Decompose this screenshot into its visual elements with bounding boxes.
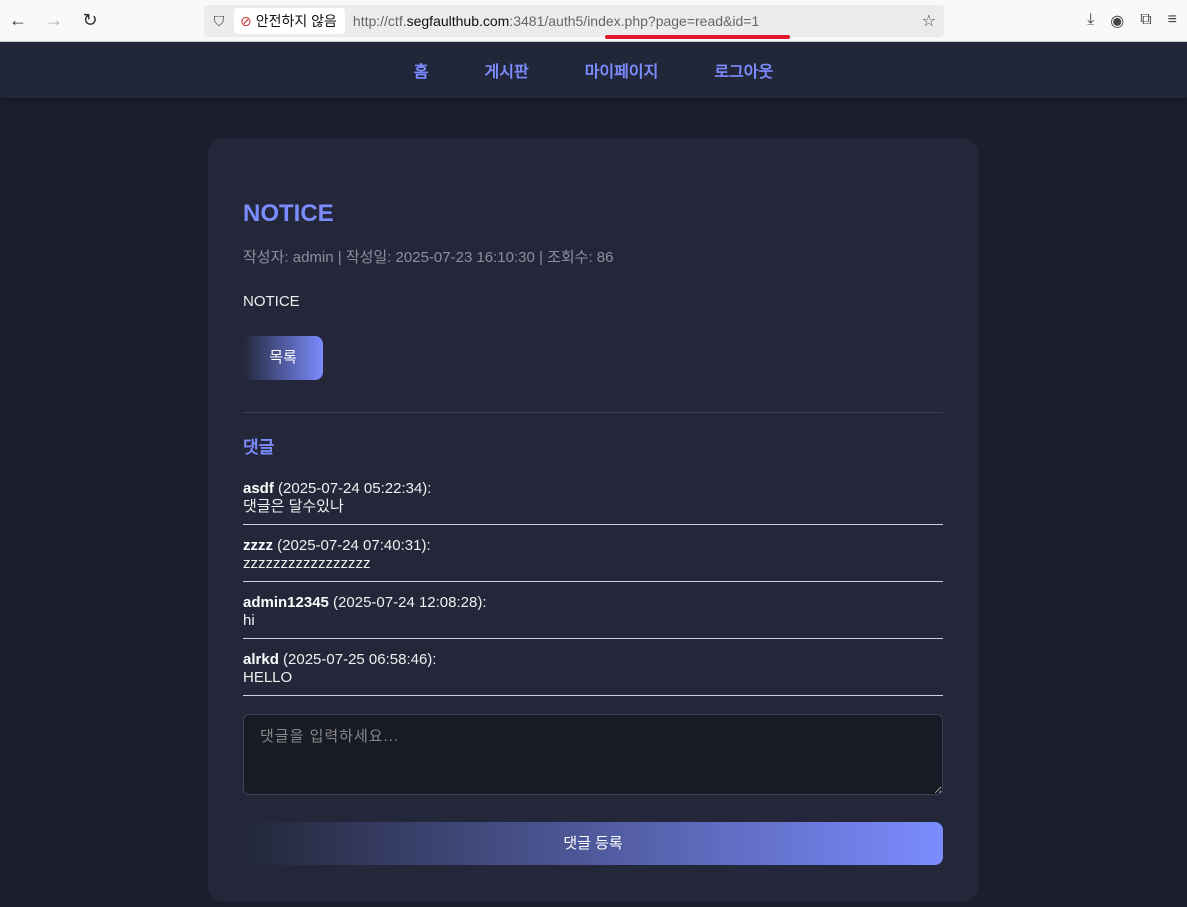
red-underline-annotation	[605, 35, 790, 39]
comment-text: HELLO	[243, 669, 293, 686]
post-meta: 작성자: admin | 작성일: 2025-07-23 16:10:30 | …	[243, 249, 614, 266]
comment-time: (2025-07-24 05:22:34):	[273, 480, 432, 497]
nav-home[interactable]: 홈	[414, 58, 429, 82]
address-bar[interactable]: ⛉ ⊘ 안전하지 않음 http://ctf.segfaulthub.com:34…	[204, 5, 944, 37]
url-prefix: http://ctf.	[352, 13, 407, 29]
comment-author: zzzz	[243, 537, 273, 554]
download-icon[interactable]: ⤓	[1087, 11, 1094, 31]
url-rest: :3481/auth5/index.php?page=read&id=1	[509, 13, 760, 29]
post-card: NOTICE 작성자: admin | 작성일: 2025-07-23 16:1…	[208, 138, 978, 902]
post-content: NOTICE	[243, 293, 300, 310]
comment-time: (2025-07-24 12:08:28):	[328, 594, 487, 611]
nav-board[interactable]: 게시판	[485, 58, 529, 82]
comment-text: hi	[243, 612, 255, 629]
comment-item: admin12345 (2025-07-24 12:08:28): hi	[243, 588, 943, 639]
comment-item: alrkd (2025-07-25 06:58:46): HELLO	[243, 645, 943, 696]
bookmark-star-icon[interactable]: ☆	[922, 11, 936, 31]
comment-time: (2025-07-24 07:40:31):	[273, 537, 431, 554]
nav-logout[interactable]: 로그아웃	[714, 58, 773, 82]
account-icon[interactable]: ◉	[1110, 11, 1124, 31]
browser-toolbar: ← → ↻ ⛉ ⊘ 안전하지 않음 http://ctf.segfaulthub.…	[0, 0, 1187, 42]
divider	[243, 412, 943, 413]
comment-item: zzzz (2025-07-24 07:40:31): zzzzzzzzzzzzz…	[243, 531, 943, 582]
comment-item: asdf (2025-07-24 05:22:34): 댓글은 달수있나	[243, 474, 943, 525]
comment-text: 댓글은 달수있나	[243, 498, 344, 515]
forward-icon[interactable]: →	[36, 10, 72, 31]
comment-input[interactable]	[243, 714, 943, 795]
comment-text: zzzzzzzzzzzzzzzzz	[243, 555, 371, 572]
comment-time: (2025-07-25 06:58:46):	[278, 651, 437, 668]
list-button[interactable]: 목록	[243, 336, 323, 380]
security-label: 안전하지 않음	[255, 13, 337, 29]
shield-icon[interactable]: ⛉	[204, 13, 234, 30]
menu-icon[interactable]: ≡	[1168, 11, 1177, 31]
comments-heading: 댓글	[243, 438, 275, 457]
comment-author: alrkd	[243, 651, 279, 668]
back-icon[interactable]: ←	[0, 10, 36, 31]
site-nav: 홈 게시판 마이페이지 로그아웃	[0, 42, 1187, 98]
comment-author: asdf	[243, 480, 274, 497]
comment-submit-button[interactable]: 댓글 등록	[243, 822, 943, 865]
reload-icon[interactable]: ↻	[72, 10, 108, 31]
security-badge[interactable]: ⊘ 안전하지 않음	[234, 8, 345, 34]
extensions-icon[interactable]: ⧉	[1140, 11, 1151, 31]
post-title: NOTICE	[243, 200, 334, 227]
url-text[interactable]: http://ctf.segfaulthub.com:3481/auth5/in…	[353, 13, 759, 29]
nav-mypage[interactable]: 마이페이지	[585, 58, 659, 82]
insecure-lock-icon: ⊘	[240, 12, 252, 29]
url-domain: segfaulthub.com	[406, 13, 510, 29]
comment-author: admin12345	[243, 594, 329, 611]
